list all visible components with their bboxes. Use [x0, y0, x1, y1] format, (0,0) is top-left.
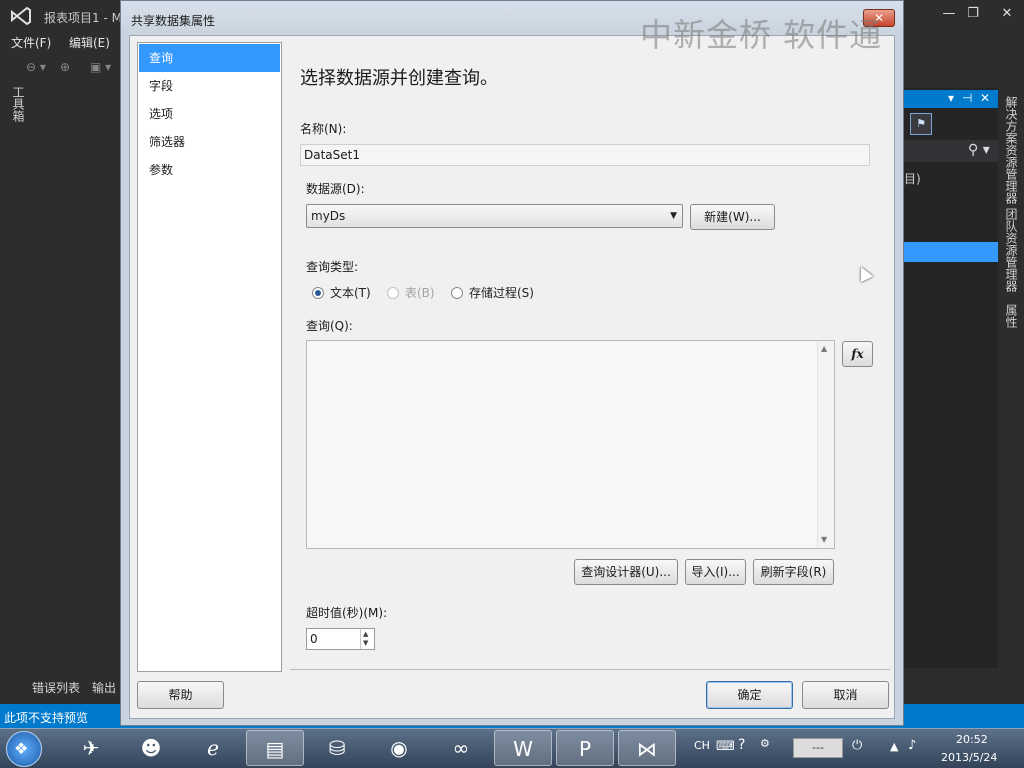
- menu-edit[interactable]: 编辑(E): [69, 34, 110, 51]
- visual-studio-logo-icon: [11, 6, 31, 26]
- refresh-fields-button[interactable]: 刷新字段(R): [753, 559, 834, 585]
- output-tab[interactable]: 输出: [92, 679, 116, 696]
- clock-date[interactable]: 2013/5/24: [941, 751, 997, 764]
- taskbar-word-icon[interactable]: W: [494, 730, 552, 766]
- ok-button[interactable]: 确定: [706, 681, 793, 709]
- query-scrollbar[interactable]: ▲ ▼: [817, 341, 834, 548]
- datasource-selected-value: myDs: [311, 209, 346, 223]
- timeout-value: 0: [310, 632, 318, 646]
- close-icon[interactable]: ✕: [994, 6, 1020, 21]
- taskbar-qq-icon[interactable]: ☻: [122, 730, 180, 766]
- power-plug-icon[interactable]: ⏻: [852, 738, 862, 753]
- tab-solution-explorer[interactable]: 解决方案资源管理器: [1001, 96, 1018, 204]
- error-list-tab[interactable]: 错误列表: [32, 679, 80, 696]
- search-icon[interactable]: ⚲ ▾: [968, 142, 990, 158]
- query-type-label: 查询类型:: [306, 260, 359, 274]
- properties-tool-icon[interactable]: ⚑: [910, 113, 932, 135]
- help-button[interactable]: 帮助: [137, 681, 224, 709]
- solution-tree-selected-row[interactable]: [904, 242, 998, 262]
- nav-item-fields[interactable]: 字段: [139, 72, 280, 100]
- keyboard-icon[interactable]: ⌨: [716, 739, 735, 754]
- toolbox-tab[interactable]: 工具箱: [8, 86, 25, 122]
- input-method-box[interactable]: ---: [793, 738, 843, 758]
- radio-text[interactable]: 文本(T): [312, 285, 371, 301]
- nav-list: 查询 字段 选项 筛选器 参数: [137, 42, 282, 672]
- taskbar-network-icon[interactable]: ◉: [370, 730, 428, 766]
- tray-arrow-icon[interactable]: ▲: [890, 740, 898, 753]
- page-heading: 选择数据源并创建查询。: [300, 68, 498, 89]
- clock-time[interactable]: 20:52: [956, 733, 988, 746]
- spin-up-icon[interactable]: ▲: [363, 630, 368, 638]
- footer-divider: [290, 669, 890, 670]
- scroll-down-icon[interactable]: ▼: [821, 535, 827, 544]
- nav-item-filters[interactable]: 筛选器: [139, 128, 280, 156]
- radio-stored-procedure-indicator: [451, 287, 463, 299]
- taskbar-visual-studio-icon[interactable]: ⋈: [618, 730, 676, 766]
- radio-table-label: 表(B): [405, 286, 435, 300]
- radio-text-indicator: [312, 287, 324, 299]
- new-project-icon[interactable]: ▣ ▾: [90, 60, 111, 74]
- tab-team-explorer[interactable]: 团队资源管理器: [1001, 208, 1018, 292]
- name-field[interactable]: DataSet1: [300, 144, 870, 166]
- pin-icon[interactable]: ⊣: [962, 91, 972, 105]
- taskbar-infinity-app-icon[interactable]: ∞: [432, 730, 490, 766]
- query-label: 查询(Q):: [306, 319, 353, 333]
- restore-icon[interactable]: ❐: [960, 6, 986, 21]
- help-icon[interactable]: ?: [738, 737, 745, 753]
- timeout-spin-buttons[interactable]: ▲ ▼: [360, 629, 374, 649]
- dropdown-icon[interactable]: ▾: [948, 91, 954, 105]
- shared-dataset-properties-dialog: 共享数据集属性 ✕ 查询 字段 选项 筛选器 参数 选择数据源并创建查询。 名称…: [120, 0, 904, 726]
- radio-stored-procedure-label: 存储过程(S): [469, 286, 534, 300]
- back-icon[interactable]: ⊖ ▾: [26, 60, 46, 74]
- new-datasource-button[interactable]: 新建(W)...: [690, 204, 775, 230]
- radio-table[interactable]: 表(B): [387, 285, 435, 301]
- panel-close-icon[interactable]: ✕: [980, 91, 990, 105]
- radio-table-indicator: [387, 287, 399, 299]
- query-designer-button[interactable]: 查询设计器(U)...: [574, 559, 678, 585]
- menu-file[interactable]: 文件(F): [11, 34, 51, 51]
- windows-flag-icon: ❖: [14, 739, 29, 758]
- query-textarea[interactable]: ▲ ▼: [306, 340, 835, 549]
- datasource-label: 数据源(D):: [306, 182, 365, 196]
- volume-icon[interactable]: ♪: [908, 738, 916, 753]
- timeout-stepper[interactable]: 0 ▲ ▼: [306, 628, 375, 650]
- settings-icon[interactable]: ⚙: [760, 737, 770, 750]
- input-language-indicator[interactable]: CH: [694, 739, 710, 752]
- nav-item-parameters[interactable]: 参数: [139, 156, 280, 184]
- dialog-client-area: 查询 字段 选项 筛选器 参数 选择数据源并创建查询。 名称(N): DataS…: [129, 35, 895, 719]
- chevron-down-icon: ▼: [670, 211, 677, 221]
- radio-stored-procedure[interactable]: 存储过程(S): [451, 285, 534, 301]
- watermark-text: 中新金桥 软件通: [640, 16, 883, 54]
- solution-tree-item[interactable]: 目): [904, 170, 921, 187]
- taskbar-ie-icon[interactable]: ℯ: [184, 730, 242, 766]
- taskbar-powerpoint-icon[interactable]: P: [556, 730, 614, 766]
- radio-text-label: 文本(T): [330, 286, 371, 300]
- datasource-select[interactable]: myDs ▼: [306, 204, 683, 228]
- taskbar-bird-app-icon[interactable]: ✈: [62, 730, 120, 766]
- status-text: 此项不支持预览: [4, 711, 89, 725]
- spin-down-icon[interactable]: ▼: [363, 639, 368, 647]
- nav-item-query[interactable]: 查询: [139, 44, 280, 72]
- scroll-up-icon[interactable]: ▲: [821, 344, 827, 353]
- forward-icon[interactable]: ⊕: [60, 60, 70, 74]
- timeout-label: 超时值(秒)(M):: [306, 606, 388, 620]
- vs-window-title: 报表项目1 - M: [44, 11, 122, 25]
- expression-fx-button[interactable]: fx: [842, 341, 873, 367]
- dialog-title: 共享数据集属性: [131, 14, 216, 28]
- taskbar-sql-tools-icon[interactable]: ⛁: [308, 730, 366, 766]
- cancel-button[interactable]: 取消: [802, 681, 889, 709]
- import-button[interactable]: 导入(I)...: [685, 559, 746, 585]
- taskbar-explorer-icon[interactable]: ▤: [246, 730, 304, 766]
- name-label: 名称(N):: [300, 122, 347, 136]
- nav-item-options[interactable]: 选项: [139, 100, 280, 128]
- minimize-icon[interactable]: —: [936, 6, 962, 21]
- tab-properties[interactable]: 属性: [1001, 304, 1018, 328]
